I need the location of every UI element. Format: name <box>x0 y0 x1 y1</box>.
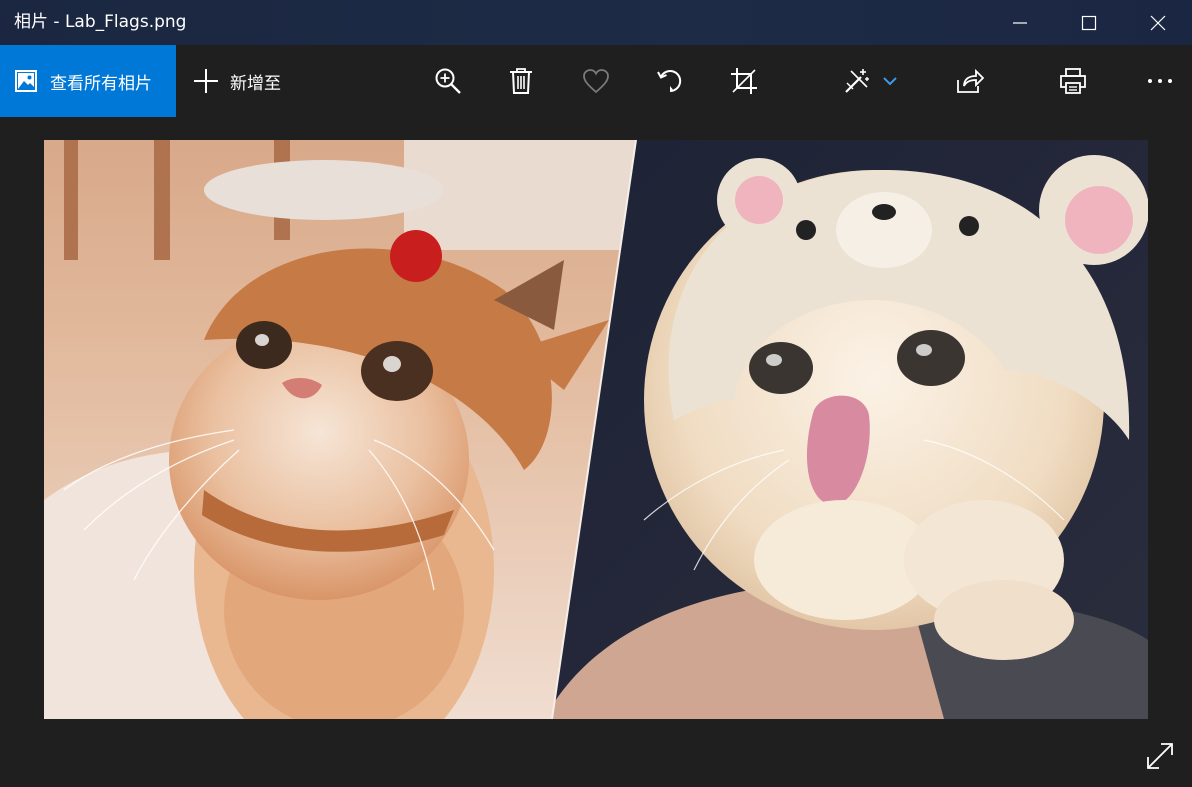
minimize-icon <box>1012 21 1027 24</box>
add-to-label: 新增至 <box>230 73 281 94</box>
heart-icon <box>583 69 609 94</box>
crop-icon <box>731 68 757 94</box>
share-icon <box>957 68 984 93</box>
edit-menu-button[interactable] <box>864 45 916 117</box>
minimize-button[interactable] <box>985 0 1054 45</box>
title-bar: 相片 - Lab_Flags.png <box>0 0 1192 45</box>
close-icon <box>1150 15 1165 30</box>
image-gallery-icon <box>15 70 37 92</box>
plus-icon <box>194 69 218 93</box>
close-button[interactable] <box>1123 0 1192 45</box>
more-icon <box>1148 79 1172 83</box>
add-to-button[interactable]: 新增至 <box>176 45 306 117</box>
expand-icon <box>1147 743 1173 769</box>
share-button[interactable] <box>944 45 996 117</box>
view-all-photos-button[interactable]: 查看所有相片 <box>0 45 176 117</box>
maximize-button[interactable] <box>1054 0 1123 45</box>
rotate-button[interactable] <box>644 45 696 117</box>
favorite-button[interactable] <box>570 45 622 117</box>
toolbar: 查看所有相片 新增至 <box>0 45 1192 117</box>
more-button[interactable] <box>1134 45 1186 117</box>
photo-display[interactable] <box>44 140 1148 719</box>
printer-icon <box>1060 68 1086 94</box>
window-controls <box>985 0 1192 45</box>
view-all-photos-label: 查看所有相片 <box>50 73 152 94</box>
fullscreen-button[interactable] <box>1140 736 1180 776</box>
print-button[interactable] <box>1047 45 1099 117</box>
delete-button[interactable] <box>495 45 547 117</box>
window-title: 相片 - Lab_Flags.png <box>14 12 187 32</box>
chevron-down-icon <box>883 77 897 86</box>
crop-button[interactable] <box>718 45 770 117</box>
trash-icon <box>510 68 532 94</box>
zoom-in-icon <box>435 68 461 94</box>
maximize-icon <box>1081 15 1096 30</box>
photo-image <box>44 140 1148 719</box>
zoom-button[interactable] <box>422 45 474 117</box>
rotate-icon <box>657 70 682 93</box>
